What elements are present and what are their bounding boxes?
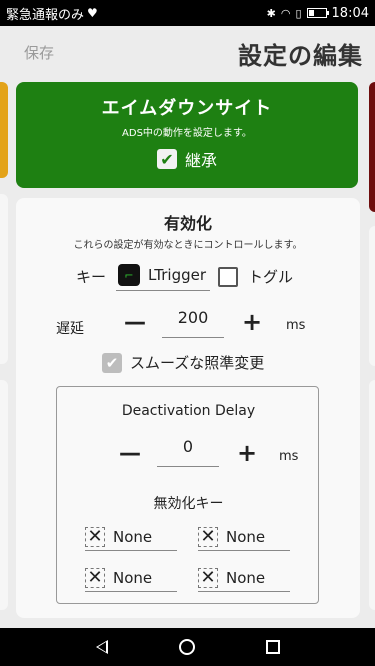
deactivation-input[interactable]: 0 — [157, 437, 219, 467]
close-icon: ✕ — [198, 567, 218, 588]
ads-description: ADS中の動作を設定します。 — [122, 128, 252, 139]
adjacent-card-peek — [0, 380, 8, 610]
close-icon: ✕ — [85, 526, 105, 547]
key-value: LTrigger — [148, 266, 207, 284]
delay-unit: ms — [286, 318, 306, 333]
deactivation-decrement-button[interactable]: — — [119, 441, 141, 466]
disable-key-slot[interactable]: ✕ None — [198, 564, 290, 592]
status-bar: 緊急通報のみ ♥ ✱ ◠ ▯ 18:04 — [0, 0, 375, 26]
key-row: キー ⌐ LTrigger トグル — [76, 262, 293, 291]
toggle-checkbox[interactable] — [218, 266, 239, 287]
enable-card: 有効化 これらの設定が有効なときにコントロールします。 キー ⌐ LTrigge… — [16, 198, 360, 618]
disable-keys-title: 無効化キー — [153, 496, 224, 512]
disable-key-slot[interactable]: ✕ None — [85, 523, 177, 551]
disable-key-value: None — [226, 527, 266, 546]
recent-apps-icon[interactable] — [265, 640, 280, 654]
close-icon: ✕ — [85, 567, 105, 588]
smooth-aim-label: スムーズな照準変更 — [130, 354, 265, 372]
deactivation-increment-button[interactable]: + — [237, 439, 257, 467]
delay-increment-button[interactable]: + — [242, 308, 262, 336]
heart-icon: ♥ — [87, 6, 98, 20]
inherit-checkbox[interactable]: ✔ — [156, 149, 177, 169]
adjacent-card-peek — [369, 380, 375, 610]
page-title: 設定の編集 — [238, 42, 363, 70]
enable-description: これらの設定が有効なときにコントロールします。 — [73, 240, 303, 251]
adjacent-card-peek[interactable] — [0, 82, 8, 178]
carrier-text: 緊急通報のみ — [6, 7, 85, 23]
smooth-aim-checkbox[interactable]: ✔ — [102, 352, 122, 373]
disable-key-slot[interactable]: ✕ None — [198, 523, 290, 551]
disable-key-value: None — [113, 527, 153, 546]
ads-card[interactable]: エイムダウンサイト ADS中の動作を設定します。 ✔ 継承 — [16, 82, 358, 188]
save-button[interactable]: 保存 — [24, 42, 54, 63]
enable-title: 有効化 — [163, 214, 212, 233]
home-icon[interactable] — [178, 639, 195, 655]
delay-decrement-button[interactable]: — — [124, 310, 146, 335]
sim-icon: ▯ — [295, 6, 302, 20]
key-label: キー — [76, 268, 107, 286]
delay-row: 遅延 — 200 + ms — [16, 306, 360, 346]
ads-title: エイムダウンサイト — [101, 98, 273, 119]
back-icon[interactable] — [95, 640, 108, 654]
disable-key-value: None — [226, 568, 266, 587]
key-selector[interactable]: ⌐ LTrigger — [116, 262, 211, 291]
battery-icon — [306, 8, 329, 18]
deactivation-panel: Deactivation Delay — 0 + ms 無効化キー ✕ None… — [56, 386, 319, 604]
clock-text: 18:04 — [331, 5, 369, 21]
delay-label: 遅延 — [56, 321, 84, 337]
adjacent-card-peek[interactable] — [369, 82, 375, 212]
disable-key-value: None — [113, 568, 153, 587]
wifi-icon: ◠ — [280, 6, 291, 20]
controller-trigger-icon: ⌐ — [118, 264, 141, 286]
disable-key-slot[interactable]: ✕ None — [85, 564, 177, 592]
smooth-aim-option[interactable]: ✔ スムーズな照準変更 — [102, 352, 264, 373]
toggle-label: トグル — [248, 268, 294, 286]
inherit-option[interactable]: ✔ 継承 — [16, 147, 358, 171]
inherit-label: 継承 — [184, 151, 217, 170]
adjacent-card-peek — [0, 194, 8, 364]
bluetooth-icon: ✱ — [266, 6, 276, 20]
deactivation-delay-title: Deactivation Delay — [121, 403, 256, 419]
navigation-bar — [0, 628, 375, 666]
app-header: 保存 設定の編集 — [0, 26, 375, 80]
adjacent-card-peek — [369, 226, 375, 366]
deactivation-unit: ms — [279, 449, 299, 464]
delay-input[interactable]: 200 — [162, 308, 224, 338]
close-icon: ✕ — [198, 526, 218, 547]
